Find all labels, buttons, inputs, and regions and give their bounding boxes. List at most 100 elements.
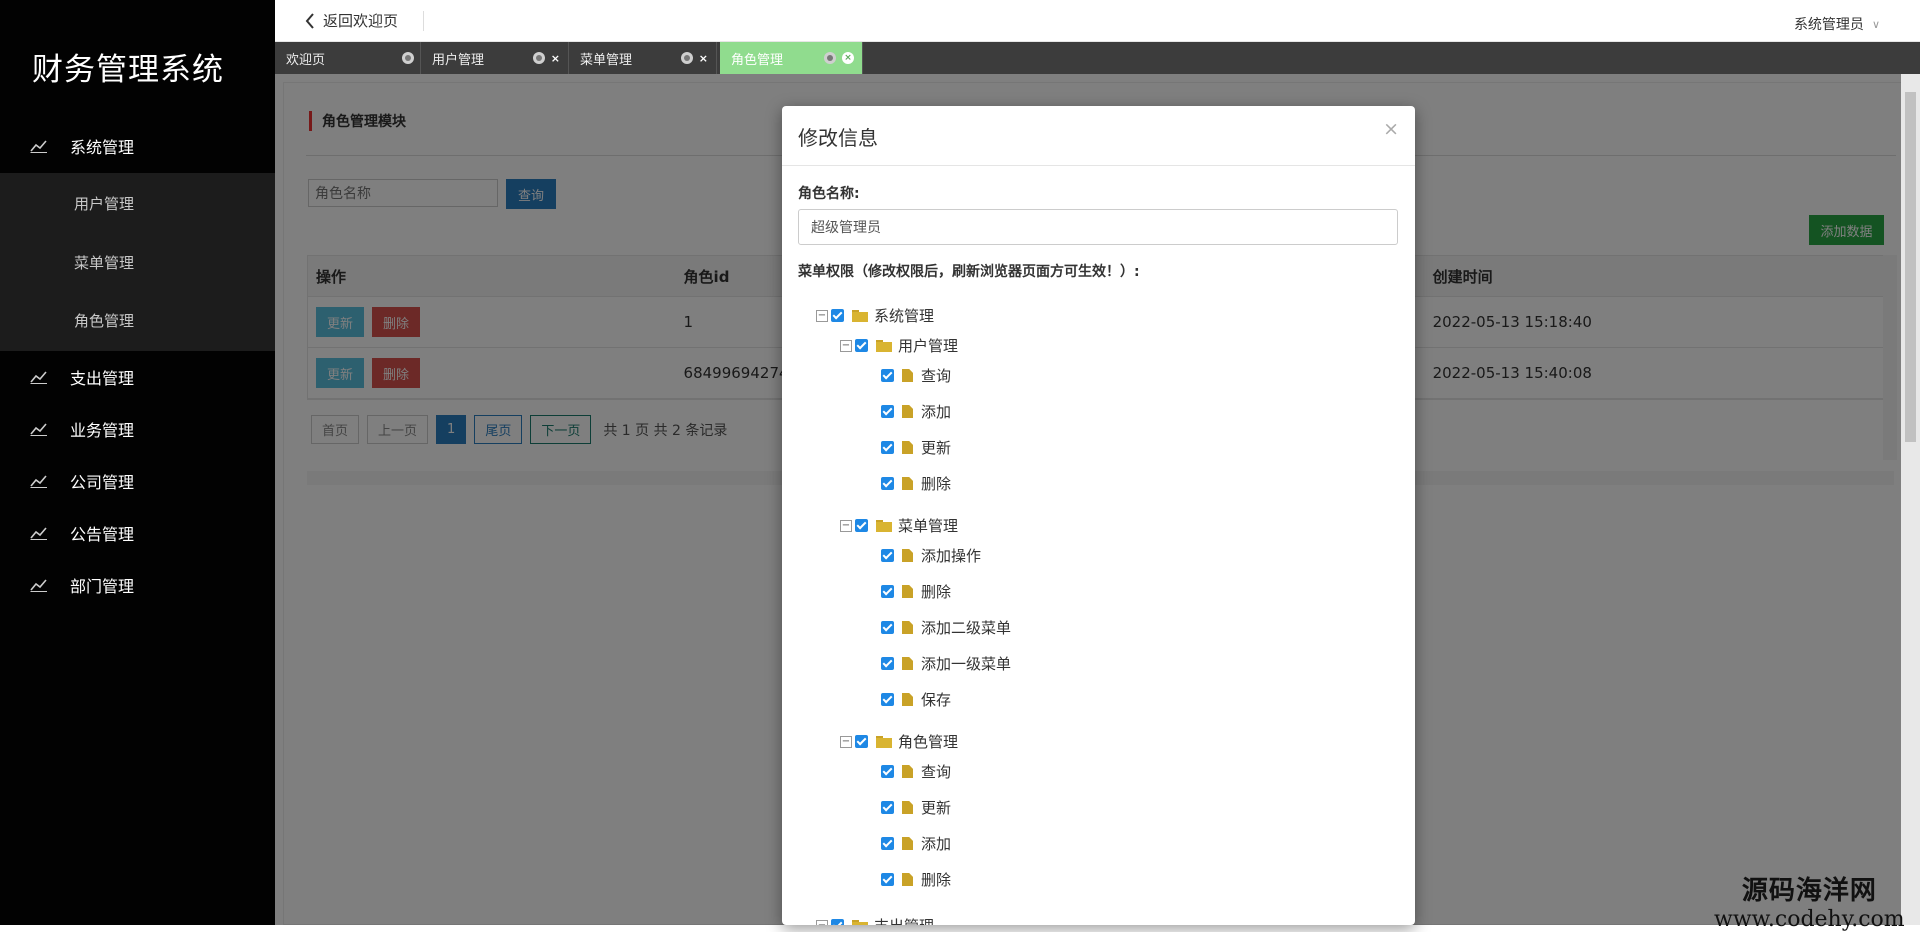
sidebar-submenu: 用户管理 菜单管理 角色管理 [0,173,275,351]
tree-node-label: 查询 [921,367,952,385]
tab-label: 角色管理 [731,52,784,68]
close-icon[interactable]: × [842,52,854,64]
tree-node-label: 更新 [921,799,952,817]
tree-leaf[interactable]: 更新 [881,797,951,818]
divider [782,165,1415,166]
sidebar-group-label: 公司管理 [70,473,135,492]
tab-label: 欢迎页 [286,52,326,68]
checkbox[interactable] [881,585,894,598]
checkbox[interactable] [881,477,894,490]
close-icon[interactable]: × [699,52,708,65]
dialog-title: 修改信息 [798,126,878,150]
page-scrollbar[interactable] [1901,74,1920,925]
collapse-icon[interactable]: − [840,735,852,748]
sidebar-group-system[interactable]: 系统管理 [0,120,275,172]
tree-node-label: 菜单管理 [898,517,959,535]
tree-node-label: 系统管理 [874,307,935,325]
tab-label: 用户管理 [432,52,485,68]
sidebar-group-label: 支出管理 [70,369,135,388]
tree-leaf[interactable]: 添加 [881,401,951,422]
close-icon[interactable]: × [1383,118,1399,140]
file-icon [902,765,913,778]
role-name-label: 角色名称: [798,186,860,202]
checkbox[interactable] [881,837,894,850]
checkbox[interactable] [881,621,894,634]
tree-node-label: 更新 [921,439,952,457]
close-icon[interactable]: × [551,52,560,65]
back-to-welcome-button[interactable]: 返回欢迎页 [305,10,398,31]
chart-icon [30,474,50,488]
tree-node-label: 删除 [921,475,952,493]
tab-role-management[interactable]: 角色管理 × [720,42,863,74]
role-name-input[interactable] [798,209,1398,245]
file-icon [902,405,913,418]
tab-menu-management[interactable]: 菜单管理 × [569,42,717,74]
checkbox[interactable] [855,519,868,532]
watermark: 源码海洋网 www.codehy.com [1714,870,1905,932]
refresh-icon[interactable] [824,52,836,64]
tree-leaf[interactable]: 查询 [881,761,951,782]
tree-node-user-management[interactable]: − 用户管理 [840,335,958,356]
tree-node-role-management[interactable]: − 角色管理 [840,731,958,752]
file-icon [902,873,913,886]
sidebar-group-label: 公告管理 [70,525,135,544]
checkbox[interactable] [831,309,844,322]
tree-leaf[interactable]: 删除 [881,473,951,494]
checkbox[interactable] [881,801,894,814]
sidebar-group-department[interactable]: 部门管理 [0,559,275,611]
checkbox[interactable] [881,693,894,706]
tree-leaf[interactable]: 更新 [881,437,951,458]
user-menu[interactable]: 系统管理员 ∨ [1794,14,1880,34]
sidebar-group-label: 部门管理 [70,577,135,596]
sidebar-group-expense[interactable]: 支出管理 [0,351,275,403]
collapse-icon[interactable]: − [816,919,828,925]
tree-node-label: 删除 [921,583,952,601]
collapse-icon[interactable]: − [840,339,852,352]
tab-user-management[interactable]: 用户管理 × [421,42,569,74]
sidebar-group-notice[interactable]: 公告管理 [0,507,275,559]
divider [423,11,424,31]
checkbox[interactable] [855,735,868,748]
sidebar-item-users[interactable]: 用户管理 [74,193,134,214]
chart-icon [30,578,50,592]
checkbox[interactable] [881,873,894,886]
collapse-icon[interactable]: − [816,309,828,322]
refresh-icon[interactable] [402,52,414,64]
refresh-icon[interactable] [680,52,693,64]
collapse-icon[interactable]: − [840,519,852,532]
tree-node-label: 支出管理 [874,915,934,925]
tree-node-root[interactable]: − 系统管理 [816,305,934,326]
checkbox[interactable] [855,339,868,352]
sidebar-group-business[interactable]: 业务管理 [0,403,275,455]
sidebar-group-company[interactable]: 公司管理 [0,455,275,507]
tree-leaf[interactable]: 删除 [881,581,951,602]
tree-leaf[interactable]: 添加操作 [881,545,981,566]
sidebar-item-menus[interactable]: 菜单管理 [74,252,134,273]
checkbox[interactable] [881,441,894,454]
tree-leaf[interactable]: 添加二级菜单 [881,617,1011,638]
checkbox[interactable] [831,919,844,925]
tree-leaf[interactable]: 添加一级菜单 [881,653,1011,674]
menu-permission-label: 菜单权限（修改权限后，刷新浏览器页面方可生效！）: [798,264,1140,280]
tree-leaf[interactable]: 添加 [881,833,951,854]
checkbox[interactable] [881,657,894,670]
folder-open-icon [876,519,892,532]
file-icon [902,477,913,490]
checkbox[interactable] [881,405,894,418]
sidebar-group-label: 系统管理 [70,138,135,157]
tree-node-expense[interactable]: − 支出管理 [816,915,934,925]
chart-icon [30,370,50,384]
tab-welcome[interactable]: 欢迎页 [275,42,421,74]
back-label: 返回欢迎页 [323,12,399,30]
tree-node-label: 添加一级菜单 [921,655,1012,673]
scrollbar-thumb[interactable] [1905,92,1916,442]
checkbox[interactable] [881,369,894,382]
checkbox[interactable] [881,765,894,778]
sidebar-item-roles[interactable]: 角色管理 [74,310,134,331]
tree-leaf[interactable]: 查询 [881,365,951,386]
tree-leaf[interactable]: 保存 [881,689,951,710]
checkbox[interactable] [881,549,894,562]
tree-node-menu-management[interactable]: − 菜单管理 [840,515,958,536]
refresh-icon[interactable] [532,52,545,64]
tree-leaf[interactable]: 删除 [881,869,951,890]
